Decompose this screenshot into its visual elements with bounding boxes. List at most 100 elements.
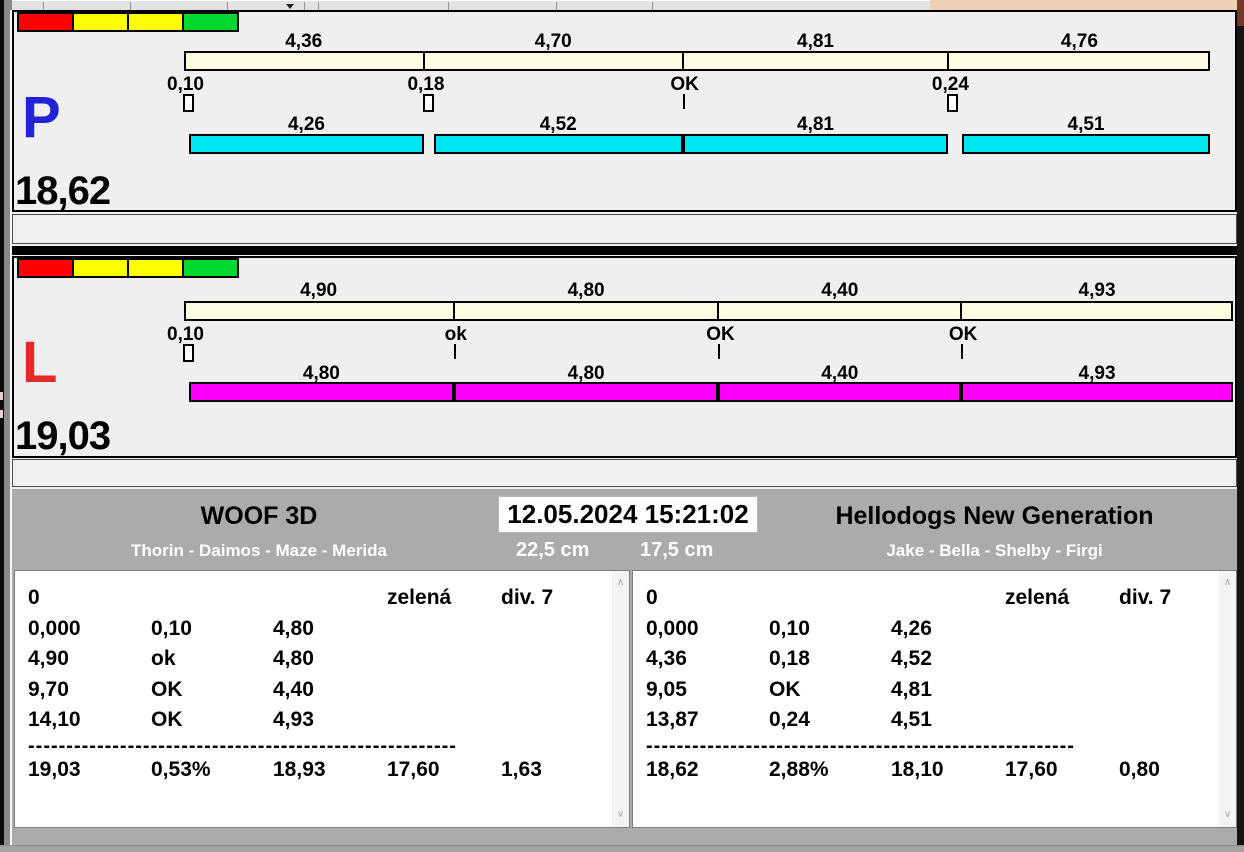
pass-label: 0,10 [167,324,204,345]
result-table-right: 0 zelená div. 7 0,000 0,10 4,26 4,36 0,18 4,52 9,… [632,570,1237,828]
summary-cell: 1,63 [501,758,542,781]
pass-label: 0,10 [167,74,204,95]
table-separator-dashes: ----------------------------------------… [28,735,457,757]
start-light-cell [129,260,182,276]
lane-P-total-time: 18,62 [15,169,111,213]
category-label: zelená [1005,586,1070,609]
summary-cell: 18,62 [646,758,699,781]
summary-cell: 18,93 [273,758,326,781]
lap-cell: OK [151,708,183,731]
result-table-left: 0 zelená div. 7 0,000 0,10 4,80 4,90 ok 4,80 9,70… [14,570,630,828]
lap-cell: 0,18 [769,647,810,670]
edge-artifact [0,410,3,418]
lap-cell: 0,000 [28,617,81,640]
jump-height-right: 17,5 cm [640,539,714,561]
lap-cell: 9,70 [28,678,69,701]
lap-cell: 4,80 [273,647,314,670]
start-light-cell [129,14,182,30]
spacer-strip-1 [12,214,1237,244]
dog-time-bar [961,134,1211,154]
run-counter: 0 [28,586,40,609]
pass-label: 0,24 [931,74,969,95]
split-bar-divider [452,303,455,319]
lap-cell: 4,51 [891,708,932,731]
pass-label: OK [706,324,735,345]
lane-L-panel [12,256,1237,458]
lane-L-start-lights [17,258,239,278]
split-bar-divider [717,303,720,319]
summary-cell: 0,80 [1119,758,1160,781]
lap-cell: 4,52 [891,647,932,670]
division-label: div. 7 [501,586,554,609]
split-time-label: 4,70 [534,31,572,52]
pass-ok-tick [961,344,964,359]
scroll-up-icon[interactable]: ∧ [612,575,629,591]
lap-cell: 13,87 [646,708,699,731]
window-bottom-edge [0,845,1244,852]
scroll-up-icon[interactable]: ∧ [1219,575,1236,591]
start-light-cell [19,14,72,30]
team-name-right: Hellodogs New Generation [835,502,1154,530]
summary-cell: 18,10 [891,758,944,781]
split-time-label: 4,40 [821,280,859,301]
lap-cell: 14,10 [28,708,81,731]
lap-cell: 4,93 [273,708,314,731]
pass-label: OK [948,324,978,345]
pass-gap-box [182,344,194,362]
lane-L-split-bar [183,301,1233,321]
lap-cell: 4,26 [891,617,932,640]
dog-time-bar [961,382,1233,402]
split-time-label: 4,93 [1078,280,1116,301]
table-separator-dashes: ----------------------------------------… [646,735,1075,757]
pass-label: ok [444,324,467,345]
race-timestamp: 12.05.2024 15:21:02 [498,496,758,533]
start-light-cell [19,260,72,276]
split-time-label: 4,80 [567,280,605,301]
dog-time-label: 4,40 [821,363,859,384]
scroll-down-icon[interactable]: ∨ [1219,807,1236,823]
pass-ok-tick [682,94,685,109]
dropdown-arrow-icon[interactable] [286,4,294,9]
scroll-down-icon[interactable]: ∨ [612,807,629,823]
split-time-label: 4,36 [285,31,323,52]
lap-cell: ok [151,647,176,670]
team-name-left: WOOF 3D [200,502,318,530]
lap-cell: 0,10 [769,617,810,640]
split-time-label: 4,81 [797,31,835,52]
lap-cell: 4,40 [273,678,314,701]
pass-gap-box [422,94,434,112]
lane-L-total-time: 19,03 [15,414,111,458]
table-right-scrollbar[interactable]: ∧ ∨ [1219,571,1236,827]
lap-cell: OK [151,678,183,701]
start-light-cell [74,260,127,276]
summary-cell: 19,03 [28,758,81,781]
pass-gap-box [947,94,959,112]
lap-cell: 4,80 [273,617,314,640]
window-left-edge [0,0,12,852]
division-label: div. 7 [1119,586,1172,609]
lane-separator-bar [12,246,1237,255]
edge-artifact [0,392,3,400]
split-bar-divider [960,303,963,319]
pass-ok-tick [453,344,456,359]
jump-height-left: 22,5 cm [516,539,590,561]
dog-time-bar [433,134,683,154]
category-label: zelená [387,586,452,609]
dog-time-bar [718,382,962,402]
flyball-timing-screen: 4,36 0,10 4,26 4,70 0,18 4,52 4,81 OK 4,81 4,76 0,… [0,0,1244,852]
split-bar-divider [681,53,684,69]
lap-cell: OK [769,678,801,701]
table-left-scrollbar[interactable]: ∧ ∨ [612,571,629,827]
lane-P-split-bar [183,51,1211,71]
dog-time-label: 4,26 [287,114,325,135]
dog-time-bar [189,134,424,154]
split-time-label: 4,90 [300,280,338,301]
dog-time-bar [682,134,949,154]
dog-time-label: 4,80 [567,363,605,384]
lane-P-start-lights [17,12,239,32]
lap-cell: 0,24 [769,708,810,731]
dog-time-bar [453,382,719,402]
pass-label: OK [670,74,699,95]
pass-label: 0,18 [407,74,445,95]
lap-cell: 4,90 [28,647,69,670]
